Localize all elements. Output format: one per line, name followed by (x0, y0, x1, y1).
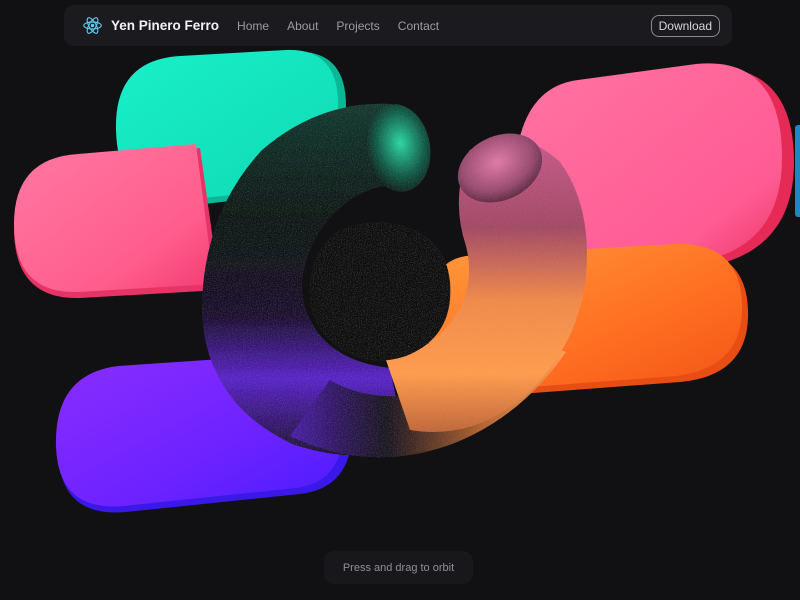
nav-links: Home About Projects Contact (237, 19, 439, 33)
top-navbar: Yen Pinero Ferro Home About Projects Con… (64, 5, 732, 46)
nav-link-projects[interactable]: Projects (336, 19, 379, 33)
viewport: Yen Pinero Ferro Home About Projects Con… (0, 0, 800, 600)
torus-object[interactable] (201, 99, 587, 458)
brand[interactable]: Yen Pinero Ferro (82, 15, 219, 36)
download-button[interactable]: Download (650, 14, 720, 37)
edge-scroll-indicator[interactable] (795, 125, 800, 217)
nav-link-home[interactable]: Home (237, 19, 269, 33)
react-atom-icon (83, 17, 102, 34)
pink-pill-left (14, 144, 220, 299)
orbit-hint: Press and drag to orbit (324, 551, 473, 584)
orbit-hint-text: Press and drag to orbit (342, 561, 455, 574)
3d-scene-canvas[interactable] (0, 0, 800, 600)
brand-name: Yen Pinero Ferro (111, 18, 220, 33)
nav-link-contact[interactable]: Contact (398, 19, 439, 33)
nav-link-about[interactable]: About (287, 19, 318, 33)
